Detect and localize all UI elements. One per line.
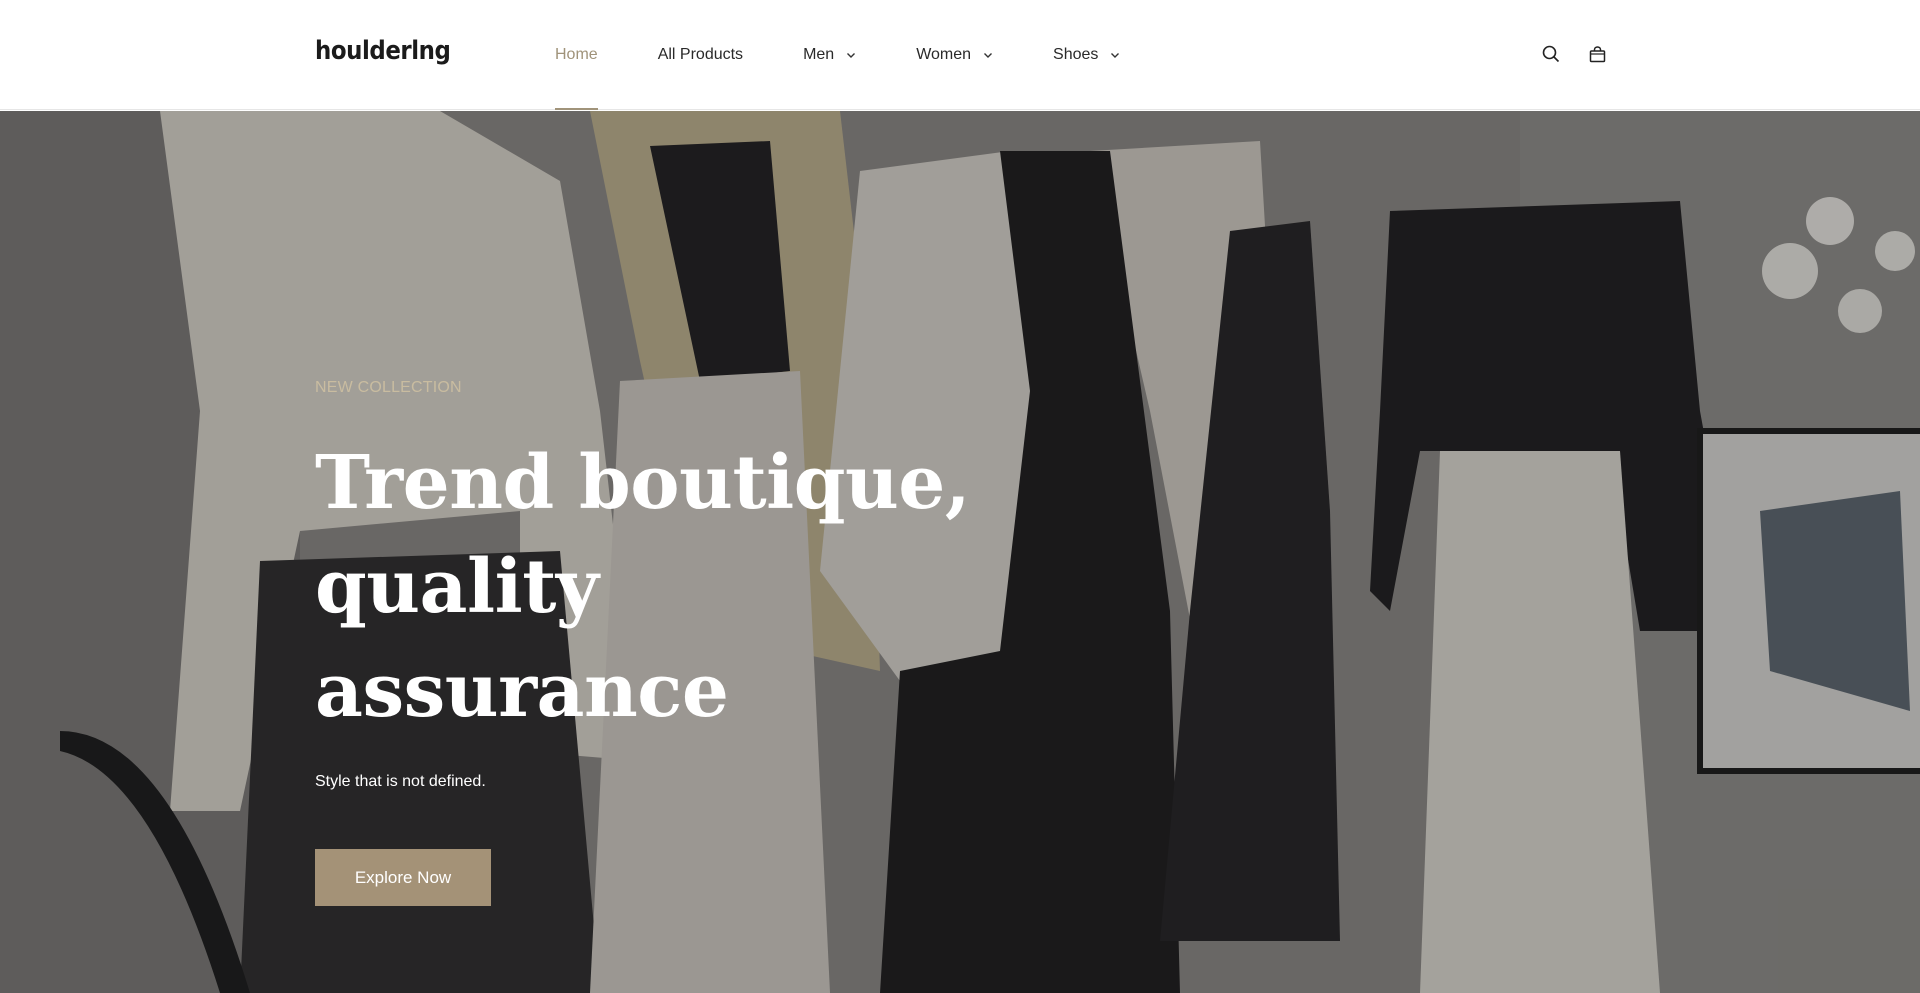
site-header: houlderlng Home All Products Men Women S…	[0, 0, 1920, 110]
nav-item-label: Women	[916, 46, 972, 63]
hero-subtitle: Style that is not defined.	[315, 773, 486, 790]
chevron-down-icon	[846, 52, 856, 59]
nav-item-label: Shoes	[1053, 46, 1099, 63]
hero-title: Trend boutique, quality assurance	[315, 431, 1015, 743]
nav-item-men[interactable]: Men	[803, 0, 856, 110]
chevron-down-icon	[983, 52, 993, 59]
nav-item-shoes[interactable]: Shoes	[1053, 0, 1120, 110]
hero-eyebrow: NEW COLLECTION	[315, 379, 462, 396]
hero-banner: NEW COLLECTION Trend boutique, quality a…	[0, 111, 1920, 993]
chevron-down-icon	[1110, 52, 1120, 59]
hero-content: NEW COLLECTION Trend boutique, quality a…	[315, 379, 1015, 906]
header-actions	[1540, 43, 1608, 65]
nav-item-all-products[interactable]: All Products	[658, 0, 743, 110]
explore-now-button[interactable]: Explore Now	[315, 849, 491, 906]
hero-title-line: quality assurance	[315, 544, 729, 734]
nav-item-label: Men	[803, 46, 835, 63]
hero-title-line: Trend boutique,	[315, 440, 971, 526]
shopping-bag-icon[interactable]	[1586, 43, 1608, 65]
brand-logo[interactable]: houlderlng	[315, 36, 451, 66]
nav-item-label: All Products	[657, 46, 744, 63]
nav-item-home[interactable]: Home	[555, 0, 598, 110]
main-nav: Home All Products Men Women Shoes	[555, 0, 1180, 110]
nav-item-women[interactable]: Women	[916, 0, 993, 110]
search-icon[interactable]	[1540, 43, 1562, 65]
nav-item-label: Home	[555, 46, 598, 63]
